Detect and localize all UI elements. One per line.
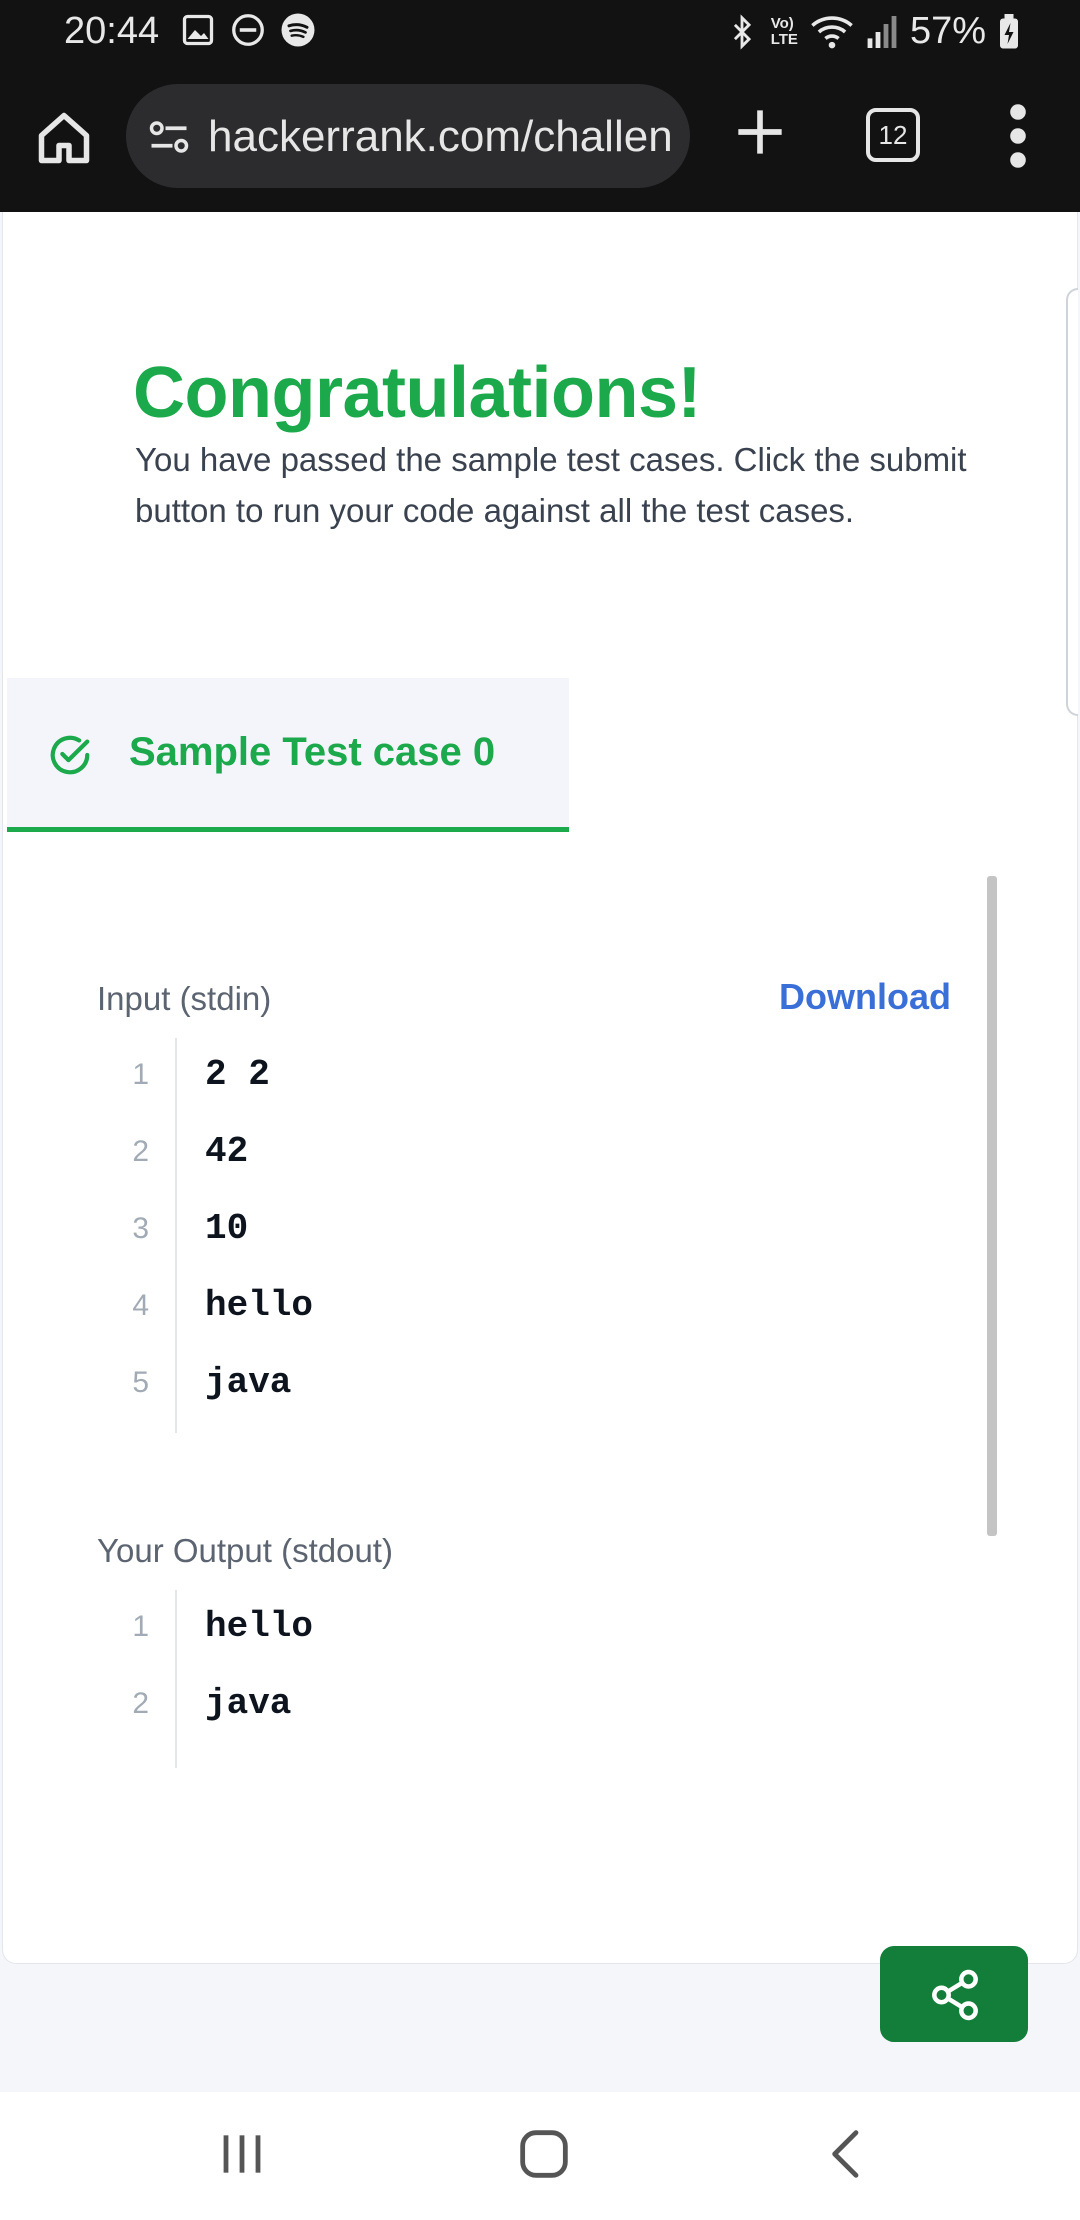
plus-icon[interactable] <box>734 106 786 158</box>
battery-percent: 57% <box>909 10 986 52</box>
battery-icon <box>1000 13 1018 48</box>
line-code: hello <box>205 1606 314 1647</box>
output-label: Your Output (stdout) <box>97 1532 393 1569</box>
code-line: 2 java <box>97 1667 957 1744</box>
line-number: 1 <box>132 1058 149 1091</box>
result-message: You have passed the sample test cases. C… <box>135 441 967 529</box>
code-line: 5 java <box>97 1346 957 1423</box>
status-bar: 20:44 Vo) LTE 57% <box>0 0 1080 64</box>
navigation-bar <box>0 2092 1080 2220</box>
dnd-icon <box>232 14 264 46</box>
more-icon[interactable] <box>1000 100 1036 172</box>
tab-label: Sample Test case 0 <box>129 730 496 774</box>
line-code: hello <box>205 1285 314 1326</box>
recents-icon[interactable] <box>210 2122 274 2186</box>
line-number: 5 <box>132 1366 149 1399</box>
share-button[interactable] <box>880 1946 1028 2042</box>
site-settings-icon[interactable] <box>148 116 190 158</box>
line-code: java <box>205 1683 292 1724</box>
output-code-block: 1 hello 2 java <box>97 1590 957 1768</box>
line-code: 2 2 <box>205 1054 270 1095</box>
line-number: 1 <box>132 1610 149 1643</box>
code-line: 1 hello <box>97 1590 957 1667</box>
tab-sample-test-case-0[interactable]: Sample Test case 0 <box>7 678 569 832</box>
wifi-icon <box>811 15 853 48</box>
line-number: 2 <box>132 1135 149 1168</box>
url-text[interactable]: hackerrank.com/challen <box>208 112 678 162</box>
input-code-block: 1 2 2 2 42 3 10 4 hello 5 java <box>97 1038 957 1433</box>
code-line: 3 10 <box>97 1192 957 1269</box>
line-code: 10 <box>205 1208 249 1249</box>
side-panel-handle[interactable] <box>1066 288 1078 716</box>
line-code: java <box>205 1362 292 1403</box>
browser-toolbar: hackerrank.com/challen 12 <box>0 64 1080 212</box>
gallery-icon <box>182 14 214 46</box>
signal-icon <box>867 15 897 48</box>
notification-icons <box>180 12 316 48</box>
check-circle-icon <box>50 735 90 775</box>
share-icon <box>932 1969 978 2021</box>
back-icon[interactable] <box>816 2122 880 2186</box>
address-bar[interactable]: hackerrank.com/challen <box>126 84 690 188</box>
line-number: 3 <box>132 1212 149 1245</box>
code-line: 2 42 <box>97 1115 957 1192</box>
download-link[interactable]: Download <box>779 976 951 1018</box>
tabs-icon[interactable]: 12 <box>866 108 920 162</box>
home-icon[interactable] <box>34 108 94 168</box>
panel-scrollbar[interactable] <box>987 876 997 1536</box>
line-number: 4 <box>132 1289 149 1322</box>
input-label: Input (stdin) <box>97 980 272 1017</box>
result-card: Congratulations! You have passed the sam… <box>2 212 1078 1964</box>
spotify-icon <box>281 13 315 47</box>
line-number: 2 <box>132 1687 149 1720</box>
network-label: Vo) LTE <box>770 14 798 48</box>
page-title: Congratulations! <box>133 353 701 433</box>
code-line: 4 hello <box>97 1269 957 1346</box>
home-nav-icon[interactable] <box>512 2122 576 2186</box>
line-code: 42 <box>205 1131 249 1172</box>
system-status: Vo) LTE 57% <box>725 10 1020 53</box>
bluetooth-icon <box>733 13 751 50</box>
status-time: 20:44 <box>64 10 160 52</box>
code-line: 1 2 2 <box>97 1038 957 1115</box>
